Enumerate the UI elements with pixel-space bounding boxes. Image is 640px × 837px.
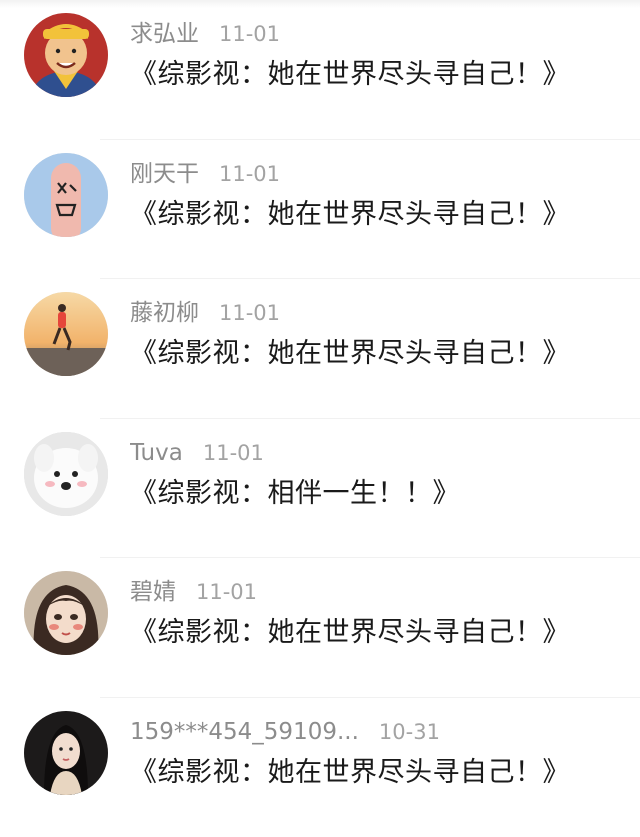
comment-meta: Tuva 11-01 — [130, 437, 264, 469]
finger-face-avatar-icon[interactable] — [24, 153, 108, 237]
comment-time: 11-01 — [203, 437, 264, 469]
comment-text[interactable]: 《综影视：她在世界尽头寻自己！》 — [130, 56, 570, 94]
comment-time: 11-01 — [219, 297, 280, 329]
username[interactable]: 藤初柳 — [130, 297, 199, 329]
comment-meta: 159***454_59109... 10-31 — [130, 716, 440, 748]
username[interactable]: 求弘业 — [130, 18, 199, 50]
comment-text[interactable]: 《综影视：她在世界尽头寻自己！》 — [130, 335, 570, 373]
comment-meta: 藤初柳 11-01 — [130, 297, 280, 329]
woman-portrait-avatar-icon[interactable] — [24, 711, 108, 795]
username[interactable]: Tuva — [130, 437, 183, 469]
comment-item: 碧婧 11-01 《综影视：她在世界尽头寻自己！》 — [0, 558, 640, 698]
comment-text[interactable]: 《综影视：她在世界尽头寻自己！》 — [130, 196, 570, 234]
comment-time: 11-01 — [219, 158, 280, 190]
comment-time: 10-31 — [379, 716, 440, 748]
runner-avatar-icon[interactable] — [24, 292, 108, 376]
comment-item: 藤初柳 11-01 《综影视：她在世界尽头寻自己！》 — [0, 279, 640, 419]
comment-item: 159***454_59109... 10-31 《综影视：她在世界尽头寻自己！》 — [0, 698, 640, 837]
comment-meta: 刚天干 11-01 — [130, 158, 280, 190]
comment-text[interactable]: 《综影视：她在世界尽头寻自己！》 — [130, 614, 570, 652]
girl-illustration-avatar-icon[interactable] — [24, 571, 108, 655]
username[interactable]: 159***454_59109... — [130, 716, 359, 748]
comment-meta: 碧婧 11-01 — [130, 576, 257, 608]
comment-item: 求弘业 11-01 《综影视：她在世界尽头寻自己！》 — [0, 0, 640, 140]
comment-list: 求弘业 11-01 《综影视：她在世界尽头寻自己！》 刚天干 11-01 《综影视：… — [0, 0, 640, 837]
comment-meta: 求弘业 11-01 — [130, 18, 280, 50]
username[interactable]: 刚天干 — [130, 158, 199, 190]
comment-item: Tuva 11-01 《综影视：相伴一生！！》 — [0, 419, 640, 559]
comment-item: 刚天干 11-01 《综影视：她在世界尽头寻自己！》 — [0, 140, 640, 280]
username[interactable]: 碧婧 — [130, 576, 176, 608]
comment-text[interactable]: 《综影视：她在世界尽头寻自己！》 — [130, 754, 570, 792]
comment-time: 11-01 — [196, 576, 257, 608]
white-dog-avatar-icon[interactable] — [24, 432, 108, 516]
comment-time: 11-01 — [219, 18, 280, 50]
cartoon-man-avatar-icon[interactable] — [24, 13, 108, 97]
comment-text[interactable]: 《综影视：相伴一生！！》 — [130, 475, 460, 513]
